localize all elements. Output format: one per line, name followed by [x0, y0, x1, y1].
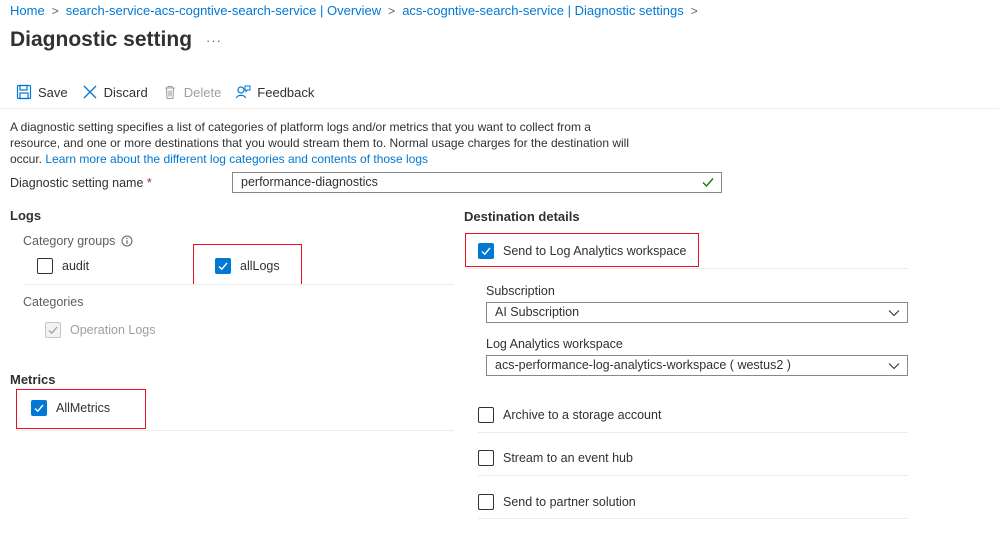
audit-label: audit [62, 259, 90, 273]
alllogs-checkbox[interactable] [215, 258, 231, 274]
alllogs-checkbox-row[interactable]: allLogs [215, 258, 280, 274]
audit-checkbox[interactable] [37, 258, 53, 274]
setting-name-input[interactable]: performance-diagnostics [232, 172, 722, 193]
allmetrics-label: AllMetrics [56, 401, 111, 415]
trash-icon [164, 85, 175, 100]
checkmark-icon [34, 404, 44, 413]
audit-checkbox-row[interactable]: audit [37, 258, 89, 274]
event-hub-label: Stream to an event hub [503, 451, 633, 465]
setting-name-label-text: Diagnostic setting name [10, 176, 144, 190]
save-icon [16, 84, 32, 100]
chevron-right-icon: > [388, 3, 396, 18]
workspace-label: Log Analytics workspace [486, 337, 623, 351]
log-analytics-divider [465, 268, 908, 269]
required-marker: * [146, 176, 152, 190]
storage-label: Archive to a storage account [503, 408, 662, 422]
allmetrics-checkbox[interactable] [31, 400, 47, 416]
partner-checkbox[interactable] [478, 494, 494, 510]
more-options-button[interactable]: ··· [206, 33, 222, 48]
breadcrumb-diagnostic-settings[interactable]: acs-cogntive-search-service | Diagnostic… [402, 3, 684, 18]
categories-label: Categories [23, 295, 84, 309]
log-analytics-checkbox-row[interactable]: Send to Log Analytics workspace [478, 243, 686, 259]
allmetrics-checkbox-row[interactable]: AllMetrics [31, 400, 110, 416]
breadcrumb: Home > search-service-acs-cogntive-searc… [10, 3, 705, 18]
log-analytics-checkbox[interactable] [478, 243, 494, 259]
partner-divider [478, 518, 908, 519]
workspace-value: acs-performance-log-analytics-workspace … [495, 358, 791, 372]
breadcrumb-home[interactable]: Home [10, 3, 45, 18]
operation-logs-checkbox-row: Operation Logs [45, 322, 155, 338]
delete-label: Delete [183, 84, 222, 100]
chevron-down-icon [888, 363, 900, 370]
description: A diagnostic setting specifies a list of… [10, 119, 640, 167]
info-icon[interactable] [121, 235, 133, 247]
save-label: Save [38, 84, 68, 100]
delete-button[interactable]: Delete [162, 84, 222, 100]
close-icon [83, 85, 97, 99]
storage-divider [478, 432, 908, 433]
operation-logs-checkbox [45, 322, 61, 338]
breadcrumb-overview[interactable]: search-service-acs-cogntive-search-servi… [66, 3, 381, 18]
operation-logs-label: Operation Logs [70, 323, 156, 337]
destination-heading: Destination details [464, 209, 580, 224]
page-title: Diagnostic setting [10, 28, 193, 51]
alllogs-label: allLogs [240, 259, 280, 273]
checkmark-icon [218, 262, 228, 271]
logs-heading: Logs [10, 208, 42, 223]
chevron-right-icon: > [51, 3, 59, 18]
checkmark-icon [48, 326, 58, 335]
subscription-value: AI Subscription [495, 305, 580, 319]
metrics-divider [16, 430, 454, 431]
checkmark-icon [481, 247, 491, 256]
discard-label: Discard [103, 84, 148, 100]
save-button[interactable]: Save [16, 84, 68, 100]
event-hub-checkbox[interactable] [478, 450, 494, 466]
setting-name-label: Diagnostic setting name * [10, 176, 152, 190]
feedback-button[interactable]: Feedback [235, 84, 314, 100]
event-hub-checkbox-row[interactable]: Stream to an event hub [478, 450, 633, 466]
setting-name-value: performance-diagnostics [241, 175, 378, 189]
logs-divider [23, 284, 454, 285]
partner-checkbox-row[interactable]: Send to partner solution [478, 494, 636, 510]
feedback-icon [236, 85, 251, 99]
log-analytics-label: Send to Log Analytics workspace [503, 244, 687, 258]
subscription-dropdown[interactable]: AI Subscription [486, 302, 908, 323]
toolbar-divider [0, 108, 999, 109]
subscription-label: Subscription [486, 284, 555, 298]
discard-button[interactable]: Discard [82, 84, 148, 100]
learn-more-link[interactable]: Learn more about the different log categ… [45, 152, 428, 166]
chevron-right-icon: > [690, 3, 698, 18]
category-groups-label: Category groups [23, 234, 133, 248]
category-groups-text: Category groups [23, 234, 116, 248]
event-hub-divider [478, 475, 908, 476]
storage-checkbox-row[interactable]: Archive to a storage account [478, 407, 661, 423]
checkmark-icon [702, 178, 714, 188]
command-bar: Save Discard Delete Feedback [16, 84, 328, 100]
metrics-heading: Metrics [10, 372, 56, 387]
partner-label: Send to partner solution [503, 495, 636, 509]
storage-checkbox[interactable] [478, 407, 494, 423]
feedback-label: Feedback [257, 84, 315, 100]
workspace-dropdown[interactable]: acs-performance-log-analytics-workspace … [486, 355, 908, 376]
chevron-down-icon [888, 310, 900, 317]
